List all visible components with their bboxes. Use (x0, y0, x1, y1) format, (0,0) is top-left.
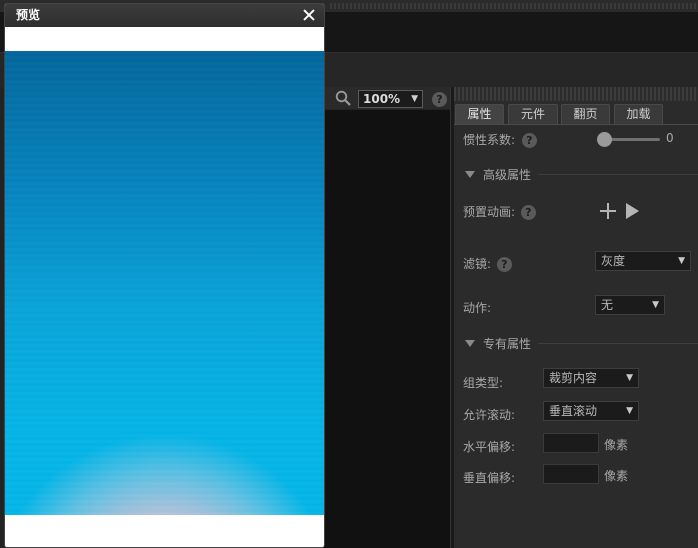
section-advanced[interactable]: 高级属性 (465, 166, 531, 183)
action-label: 动作: (463, 301, 492, 315)
preview-dialog: 预览 (4, 3, 325, 548)
filter-select-value: 灰度 (601, 254, 626, 268)
tab-components[interactable]: 元件 (508, 104, 558, 125)
tab-properties[interactable]: 属性 (455, 104, 504, 125)
collapse-triangle-icon (465, 340, 475, 347)
v-offset-unit: 像素 (604, 469, 629, 483)
inertia-slider-track[interactable] (604, 138, 660, 141)
preset-anim-label: 预置动画: ? (463, 203, 536, 220)
help-icon[interactable]: ? (520, 205, 536, 220)
collapse-triangle-icon (465, 171, 475, 178)
inertia-label-text: 惯性系数: (463, 133, 516, 147)
h-offset-input[interactable] (543, 433, 599, 453)
preview-title: 预览 (16, 8, 41, 22)
preset-anim-label-text: 预置动画: (463, 205, 516, 219)
chevron-down-icon: ▼ (652, 300, 659, 310)
plus-icon[interactable] (600, 203, 616, 219)
group-type-label: 组类型: (463, 376, 504, 390)
play-icon[interactable] (626, 203, 639, 219)
search-icon[interactable] (335, 90, 351, 106)
v-offset-input[interactable] (543, 464, 599, 484)
help-icon[interactable]: ? (521, 133, 537, 148)
tab-underline (454, 124, 698, 125)
h-offset-unit: 像素 (604, 438, 629, 452)
section-special[interactable]: 专有属性 (465, 335, 531, 352)
tab-pageflip[interactable]: 翻页 (561, 104, 610, 125)
section-divider (538, 174, 698, 175)
zoom-select[interactable]: 100% ▼ (358, 90, 423, 108)
section-special-title: 专有属性 (483, 337, 532, 351)
chevron-down-icon: ▼ (678, 256, 685, 266)
zoom-value: 100% (363, 92, 401, 106)
inertia-value: 0 (666, 131, 674, 145)
action-select[interactable]: 无 ▼ (595, 295, 665, 315)
close-icon[interactable] (300, 6, 318, 24)
filter-label-text: 滤镜: (463, 257, 492, 271)
section-divider (538, 343, 698, 344)
chevron-down-icon: ▼ (626, 373, 633, 383)
filter-select[interactable]: 灰度 ▼ (595, 251, 691, 271)
action-select-value: 无 (601, 298, 614, 312)
h-offset-label: 水平偏移: (463, 440, 516, 454)
chevron-down-icon: ▼ (626, 406, 633, 416)
scroll-select[interactable]: 垂直滚动 ▼ (543, 401, 639, 421)
scroll-select-value: 垂直滚动 (549, 404, 598, 418)
section-advanced-title: 高级属性 (483, 168, 532, 182)
tab-loading[interactable]: 加载 (614, 104, 663, 125)
filter-label: 滤镜: ? (463, 255, 512, 272)
panel-grip[interactable] (454, 87, 698, 101)
design-canvas[interactable] (324, 110, 450, 548)
group-type-select[interactable]: 裁剪内容 ▼ (543, 368, 639, 388)
editor-window: 100% ▼ ? 属性 元件 翻页 加载 惯性系数: ? 0 高级属性 预置动画… (0, 0, 698, 548)
preview-title-bar[interactable]: 预览 (5, 4, 324, 27)
inertia-slider-handle[interactable] (597, 132, 612, 147)
inertia-label: 惯性系数: ? (463, 131, 537, 148)
v-offset-label: 垂直偏移: (463, 471, 516, 485)
help-icon[interactable]: ? (496, 257, 512, 272)
preview-image (5, 51, 324, 515)
group-type-select-value: 裁剪内容 (549, 371, 598, 385)
scroll-label: 允许滚动: (463, 408, 516, 422)
help-icon[interactable]: ? (432, 92, 447, 107)
chevron-down-icon: ▼ (411, 94, 418, 104)
